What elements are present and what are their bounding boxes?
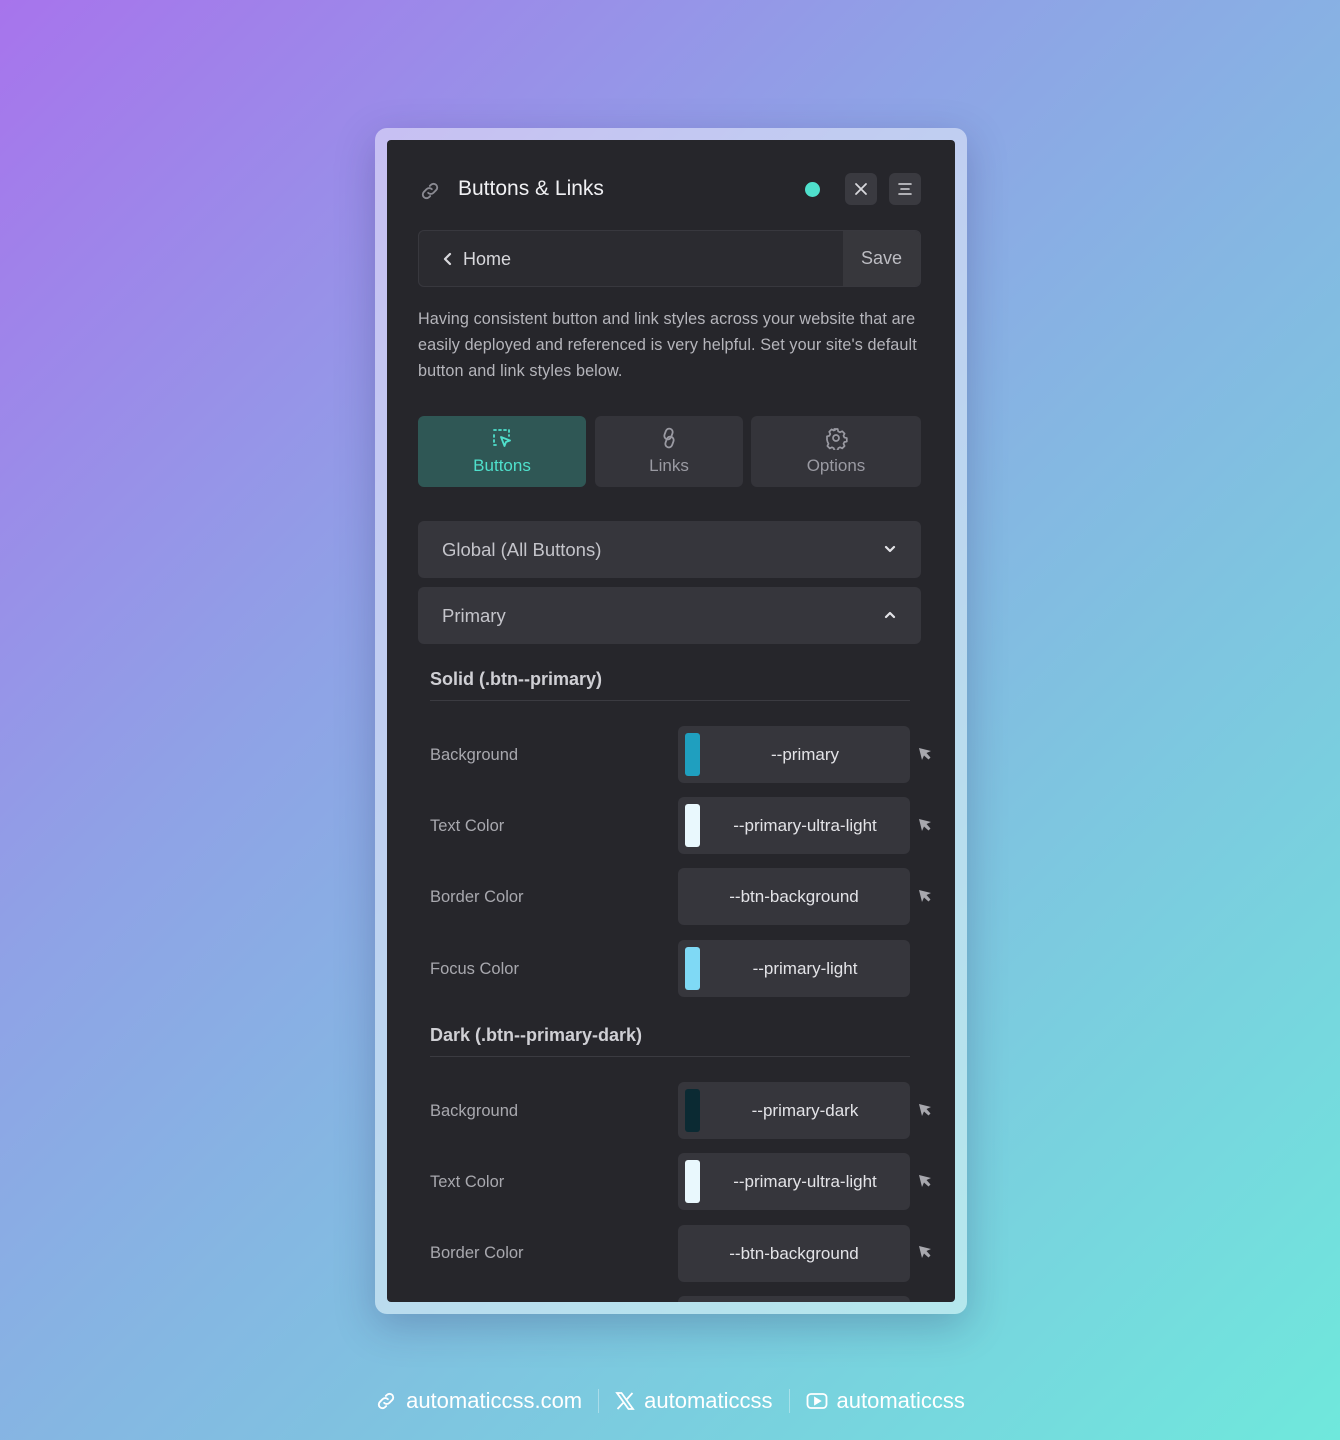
tab-links[interactable]: Links (595, 416, 743, 487)
row-label-background: Background (430, 1102, 519, 1120)
row-label-border-color: Border Color (430, 888, 524, 906)
accordion-global-buttons[interactable]: Global (All Buttons) (418, 521, 921, 578)
color-swatch (685, 1160, 700, 1203)
color-value: --primary-ultra-light (733, 815, 877, 835)
menu-icon (898, 183, 912, 195)
youtube-icon (806, 1393, 827, 1409)
color-value: --btn-background (729, 886, 859, 906)
chain-link-icon (663, 427, 675, 449)
tab-buttons[interactable]: Buttons (418, 416, 586, 487)
color-value: --primary (771, 744, 839, 764)
save-button[interactable]: Save (842, 231, 920, 286)
color-swatch (685, 947, 700, 990)
panel-description: Having consistent button and link styles… (418, 310, 917, 380)
color-value: --primary-light (752, 958, 858, 978)
section-title-solid: Solid (.btn--primary) (430, 669, 602, 689)
chevron-down-icon (884, 545, 896, 553)
gear-icon (826, 428, 848, 450)
back-home-link[interactable]: Home (463, 249, 511, 270)
tab-options[interactable]: Options (751, 416, 921, 487)
accordion-primary[interactable]: Primary (418, 587, 921, 644)
row-label-border-color: Border Color (430, 1244, 524, 1262)
color-value: --primary-ultra-light (733, 1171, 877, 1191)
footer-link-label: automaticcss (836, 1388, 965, 1413)
footer-links: automaticcss.com automaticcss automaticc… (0, 1380, 1340, 1422)
chain-link-icon (421, 182, 439, 200)
color-field-text-color[interactable]: --primary-ultra-light (678, 797, 910, 854)
close-button[interactable] (845, 173, 877, 205)
accordion-label: Primary (442, 605, 506, 626)
color-field-text-color[interactable]: --primary-ultra-light (678, 1153, 910, 1210)
picker-arrow-icon[interactable] (917, 888, 933, 904)
footer-link-website[interactable]: automaticcss.com (375, 1388, 582, 1414)
tab-label: Links (649, 456, 689, 475)
x-logo-icon (615, 1392, 635, 1410)
color-field-border-color[interactable]: --btn-background (678, 1225, 910, 1282)
picker-arrow-icon[interactable] (917, 1102, 933, 1118)
color-swatch (685, 1089, 700, 1132)
buttons-links-panel: Buttons & Links Home Save Having consist… (387, 140, 955, 1302)
color-field-background[interactable]: --primary-dark (678, 1082, 910, 1139)
footer-link-youtube[interactable]: automaticcss (806, 1388, 965, 1414)
footer-link-label: automaticcss (644, 1388, 773, 1413)
row-label-background: Background (430, 746, 519, 764)
color-field-border-color[interactable]: --btn-background (678, 868, 910, 925)
accordion-label: Global (All Buttons) (442, 539, 602, 560)
row-label-focus-color: Focus Color (430, 960, 519, 978)
section-title-dark: Dark (.btn--primary-dark) (430, 1025, 643, 1045)
chevron-left-icon[interactable] (441, 251, 455, 267)
tab-label: Options (806, 456, 866, 475)
chain-link-icon (377, 1392, 395, 1410)
row-label-text-color: Text Color (430, 1173, 505, 1191)
color-value: --primary-dark (751, 1100, 859, 1120)
picker-arrow-icon[interactable] (917, 1244, 933, 1260)
panel-title: Buttons & Links (458, 177, 604, 200)
section-divider (430, 700, 910, 701)
footer-link-label: automaticcss.com (406, 1388, 583, 1413)
color-swatch (685, 733, 700, 776)
footer-divider (598, 1389, 600, 1413)
panel-header: Buttons & Links (387, 140, 955, 240)
color-field-next[interactable] (678, 1296, 910, 1302)
row-label-text-color: Text Color (430, 817, 505, 835)
footer-link-x[interactable]: automaticcss (615, 1388, 773, 1414)
color-field-background[interactable]: --primary (678, 726, 910, 783)
menu-button[interactable] (889, 173, 921, 205)
panel-frame: Buttons & Links Home Save Having consist… (375, 128, 967, 1314)
tab-label: Buttons (473, 456, 531, 475)
status-indicator (805, 182, 820, 197)
color-swatch (685, 804, 700, 847)
footer-divider (788, 1389, 790, 1413)
color-value: --btn-background (729, 1243, 859, 1263)
breadcrumb: Home Save (418, 230, 921, 287)
close-icon (855, 183, 867, 195)
color-field-focus-color[interactable]: --primary-light (678, 940, 910, 997)
cursor-select-icon (493, 429, 511, 447)
chevron-up-icon (884, 611, 896, 619)
picker-arrow-icon[interactable] (917, 746, 933, 762)
section-divider (430, 1056, 910, 1057)
picker-arrow-icon[interactable] (917, 1173, 933, 1189)
picker-arrow-icon[interactable] (917, 817, 933, 833)
